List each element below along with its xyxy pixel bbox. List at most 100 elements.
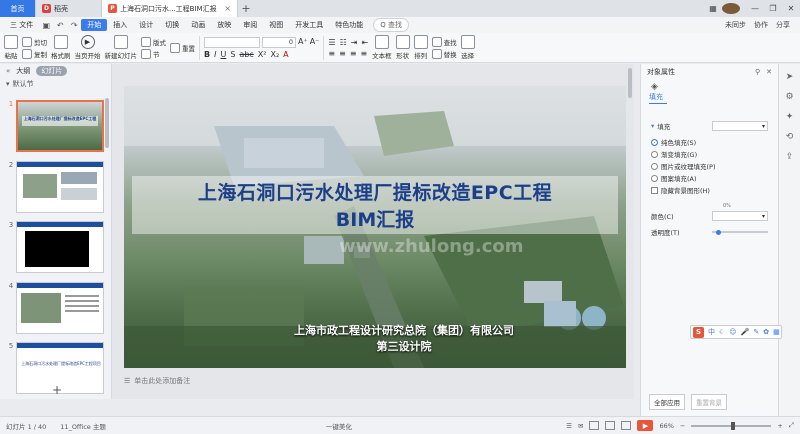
layout-button[interactable]: 版式	[141, 36, 166, 47]
new-slide-button[interactable]: 新建幻灯片	[105, 35, 137, 60]
menu-transition[interactable]: 切换	[159, 20, 185, 30]
tab-docer[interactable]: D 稻壳	[36, 0, 102, 17]
close-tab-icon[interactable]: ×	[224, 4, 231, 13]
strikethrough-icon[interactable]: abc	[239, 50, 253, 59]
sync-status[interactable]: 未同步	[725, 20, 746, 30]
arrange-button[interactable]: 排列	[413, 35, 428, 60]
animation-icon[interactable]: ✦	[786, 112, 794, 122]
menu-features[interactable]: 特色功能	[329, 20, 369, 30]
fill-option-solid[interactable]: 纯色填充(S)	[641, 136, 778, 148]
pen-icon[interactable]: ✎	[753, 328, 759, 336]
align-center-icon[interactable]: ≡	[339, 49, 346, 58]
justify-icon[interactable]: ≡	[361, 49, 368, 58]
italic-icon[interactable]: I	[214, 50, 216, 59]
fill-bucket-icon[interactable]: ◈	[651, 82, 778, 92]
comment-icon[interactable]: ✉	[578, 422, 583, 430]
maximize-icon[interactable]: ❐	[764, 4, 782, 13]
menu-view[interactable]: 视图	[263, 20, 289, 30]
add-slide-icon[interactable]: +	[52, 383, 62, 397]
undo-icon[interactable]: ↶	[53, 21, 67, 30]
reading-view-icon[interactable]	[621, 421, 632, 430]
emoji-icon[interactable]: ☺	[729, 328, 736, 336]
color-select[interactable]: ▾	[712, 211, 768, 221]
apply-all-button[interactable]: 全部应用	[649, 394, 685, 410]
skin-icon[interactable]: ✿	[763, 328, 769, 336]
fit-window-icon[interactable]: ⤢	[789, 421, 794, 430]
checkbox-hide-bg[interactable]	[651, 186, 658, 194]
beautify-button[interactable]: 一键美化	[326, 421, 352, 431]
zoom-level[interactable]: 66%	[659, 422, 673, 430]
menu-review[interactable]: 审阅	[237, 20, 263, 30]
grid-icon[interactable]: ▦	[704, 4, 722, 13]
collaborate-button[interactable]: 协作	[754, 20, 768, 30]
menu-developer[interactable]: 开发工具	[289, 20, 329, 30]
tab-home[interactable]: 首页	[0, 0, 36, 17]
fill-type-select[interactable]: ▾	[712, 121, 768, 131]
tab-fill[interactable]: 填充	[649, 92, 667, 104]
radio-solid[interactable]	[651, 138, 658, 146]
font-color-icon[interactable]: A	[283, 50, 288, 59]
slideshow-play-button[interactable]: ▶	[637, 420, 654, 431]
cut-button[interactable]: 剪切	[22, 36, 47, 47]
slide-org-box[interactable]: 上海市政工程设计研究总院（集团）有限公司 第三设计院	[224, 322, 584, 354]
hide-background-option[interactable]: 隐藏背景图形(H)	[641, 184, 778, 196]
close-icon[interactable]: ✕	[766, 68, 772, 76]
file-menu[interactable]: 三 文件	[4, 20, 39, 30]
grow-font-icon[interactable]: A⁺	[298, 37, 308, 48]
normal-view-icon[interactable]	[589, 421, 600, 430]
thumbnail-4[interactable]: 4	[6, 282, 104, 334]
fill-option-gradient[interactable]: 渐变填充(G)	[641, 148, 778, 160]
share-icon[interactable]: ⇪	[786, 152, 794, 162]
section-button[interactable]: 节	[141, 48, 166, 59]
search-button[interactable]: Q 查找	[373, 18, 409, 32]
radio-pattern[interactable]	[651, 174, 658, 182]
menu-design[interactable]: 设计	[133, 20, 159, 30]
find-button[interactable]: 查找	[431, 36, 457, 47]
align-left-icon[interactable]: ≡	[328, 49, 335, 58]
radio-gradient[interactable]	[651, 150, 658, 158]
redo-icon[interactable]: ↷	[67, 21, 81, 30]
radio-picture[interactable]	[651, 162, 658, 170]
collapse-panel-icon[interactable]: «	[6, 67, 10, 75]
notes-toggle-icon[interactable]: ☰	[566, 422, 572, 430]
properties-icon[interactable]: ⚙	[785, 92, 793, 102]
close-window-icon[interactable]: ✕	[782, 4, 800, 13]
transparency-slider[interactable]	[712, 227, 768, 237]
moon-icon[interactable]: ☾	[719, 328, 725, 336]
textbox-button[interactable]: 文本框	[372, 35, 392, 60]
copy-button[interactable]: 复制	[22, 48, 47, 59]
subscript-icon[interactable]: X₂	[270, 50, 279, 59]
tab-outline[interactable]: 大纲	[16, 66, 30, 76]
zoom-knob[interactable]	[731, 421, 736, 430]
add-tab-button[interactable]: +	[238, 0, 254, 17]
menu-animation[interactable]: 动画	[185, 20, 211, 30]
avatar[interactable]	[722, 3, 740, 14]
bold-icon[interactable]: B	[204, 50, 210, 59]
cursor-icon[interactable]: ➤	[786, 72, 794, 82]
thumbnail-1[interactable]: 1 上海石洞口污水处理厂提标改造EPC工程	[6, 100, 104, 152]
backup-icon[interactable]: ⟲	[786, 132, 794, 142]
shapes-button[interactable]: 形状	[395, 35, 410, 60]
fill-option-pattern[interactable]: 图案填充(A)	[641, 172, 778, 184]
slider-knob[interactable]	[716, 229, 721, 235]
share-button[interactable]: 分享	[776, 20, 790, 30]
numbering-icon[interactable]: ☷	[340, 38, 347, 47]
fill-option-picture[interactable]: 图片或纹理填充(P)	[641, 160, 778, 172]
align-right-icon[interactable]: ≡	[350, 49, 357, 58]
superscript-icon[interactable]: X²	[258, 50, 267, 59]
reset-button[interactable]: 重置	[170, 42, 195, 53]
font-size-select[interactable]: 0	[262, 36, 296, 48]
menu-slideshow[interactable]: 放映	[211, 20, 237, 30]
notes-bar[interactable]: ☰ 单击此处添加备注	[124, 374, 626, 388]
indent-icon[interactable]: ⇥	[351, 38, 358, 47]
outdent-icon[interactable]: ⇤	[361, 38, 368, 47]
sorter-view-icon[interactable]	[605, 421, 616, 430]
slide-title-box[interactable]: 上海石洞口污水处理厂提标改造EPC工程 BIM汇报	[132, 176, 618, 234]
slide-main[interactable]: 上海石洞口污水处理厂提标改造EPC工程 BIM汇报 www.zhulong.co…	[124, 86, 626, 368]
tab-slides[interactable]: 幻灯片	[36, 66, 68, 76]
zoom-in-icon[interactable]: +	[777, 422, 782, 430]
bullets-icon[interactable]: ☰	[328, 38, 335, 47]
mic-icon[interactable]: 🎤	[741, 328, 750, 336]
format-painter-button[interactable]: 格式刷	[51, 35, 71, 60]
reset-background-button[interactable]: 重置背景	[691, 394, 727, 410]
